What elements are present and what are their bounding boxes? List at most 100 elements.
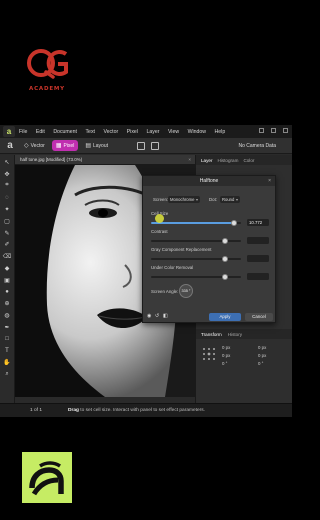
page-indicator: 1 of 1: [30, 408, 43, 413]
menu-file[interactable]: File: [19, 129, 27, 135]
menu-help[interactable]: Help: [215, 129, 226, 135]
vector-persona-icon: ◇: [24, 143, 29, 149]
affinity-logo-icon: a: [7, 139, 13, 151]
transform-x[interactable]: 0 px: [222, 345, 230, 350]
dot-select[interactable]: Round: [220, 196, 240, 203]
hand-icon[interactable]: ✋: [3, 358, 12, 367]
tab-history[interactable]: History: [228, 332, 242, 337]
text-icon[interactable]: T: [3, 347, 12, 356]
screen-angle-dial[interactable]: 335 °: [179, 284, 193, 298]
preview-eye-icon[interactable]: ◉: [147, 313, 152, 319]
menu-edit[interactable]: Edit: [36, 129, 45, 135]
transform-width[interactable]: 0 px: [258, 345, 266, 350]
cell-size-input[interactable]: 10.772: [247, 219, 269, 226]
window-controls: [259, 128, 288, 133]
selection-brush-icon[interactable]: ◌: [3, 193, 12, 202]
menu-vector[interactable]: Vector: [103, 129, 118, 135]
screen-angle-label: Screen Angle:: [151, 289, 179, 294]
minimize-icon[interactable]: [259, 128, 264, 133]
persona-layout[interactable]: ▤ Layout: [81, 140, 112, 151]
transform-y[interactable]: 0 px: [222, 353, 230, 358]
menu-bar: a File Edit Document Text Vector Pixel L…: [0, 125, 292, 138]
cell-size-knob[interactable]: [230, 220, 237, 226]
document-title: half tone.jpg [Modified] (73.0%): [20, 157, 83, 162]
contrast-label: Contrast: [151, 229, 168, 234]
gray-replacement-slider[interactable]: [151, 256, 241, 262]
dialog-footer: ◉ ↺ ◧ Apply Cancel: [143, 310, 275, 324]
pixel-brush-icon[interactable]: ✐: [3, 240, 12, 249]
cell-size-fill: [151, 222, 234, 224]
dialog-close-icon[interactable]: ×: [268, 178, 271, 184]
cancel-button[interactable]: Cancel: [245, 313, 273, 321]
tab-transform[interactable]: Transform: [201, 332, 222, 337]
transform-height[interactable]: 0 px: [258, 353, 266, 358]
contrast-knob[interactable]: [221, 238, 228, 244]
dot-label: Dot:: [209, 197, 218, 202]
affinity-brand-icon: [29, 461, 64, 496]
toolbar-icons: [137, 141, 160, 150]
status-message: Drag to set cell size. Interact with pan…: [68, 408, 205, 413]
layout-persona-icon: ▤: [85, 143, 91, 149]
tab-layer[interactable]: Layer: [201, 158, 213, 163]
dialog-footer-icons: ◉ ↺ ◧: [147, 313, 168, 319]
reset-icon[interactable]: ↺: [155, 313, 160, 319]
tools-panel: ↖ ✥ ⌗ ◌ ✦ ▢ ✎ ✐ ⌫ ◆ ▣ ● ⊕ ◍ ✒ □ T ✋ ⌕: [0, 155, 15, 417]
shape-icon[interactable]: □: [3, 335, 12, 344]
persona-vector[interactable]: ◇ Vector: [20, 140, 49, 151]
document-tab[interactable]: half tone.jpg [Modified] (73.0%) ×: [15, 155, 195, 165]
marquee-icon[interactable]: ▢: [3, 217, 12, 226]
gradient-icon[interactable]: ▣: [3, 276, 12, 285]
cursor-highlight: [155, 214, 164, 223]
undercolor-removal-label: Under Color Removal: [151, 265, 194, 270]
status-bar: 1 of 1 Drag to set cell size. Interact w…: [0, 403, 292, 417]
undercolor-removal-knob[interactable]: [221, 274, 228, 280]
tab-histogram[interactable]: Histogram: [218, 158, 239, 163]
brand-badge: [22, 452, 72, 503]
menu-view[interactable]: View: [168, 129, 179, 135]
fill-icon[interactable]: ◆: [3, 264, 12, 273]
gray-replacement-input[interactable]: [247, 255, 269, 262]
move-tool-icon[interactable]: ↖: [3, 158, 12, 167]
pixel-persona-icon: ▦: [55, 143, 62, 149]
contrast-input[interactable]: [247, 237, 269, 244]
menu-layer[interactable]: Layer: [146, 129, 159, 135]
undercolor-removal-slider[interactable]: [151, 274, 241, 280]
maximize-icon[interactable]: [271, 128, 276, 133]
close-tab-icon[interactable]: ×: [188, 157, 191, 162]
menu-window[interactable]: Window: [188, 129, 206, 135]
apply-button[interactable]: Apply: [209, 313, 241, 321]
menu-text[interactable]: Text: [85, 129, 95, 135]
anchor-grid-icon[interactable]: [202, 347, 216, 361]
cell-size-slider[interactable]: [151, 220, 241, 226]
clone-icon[interactable]: ⊕: [3, 299, 12, 308]
persona-pixel[interactable]: ▦ Pixel: [51, 140, 79, 151]
erase-icon[interactable]: ⌫: [3, 252, 12, 261]
screen-select[interactable]: Monochrome: [168, 196, 200, 203]
split-view-icon[interactable]: ◧: [163, 313, 168, 319]
gray-replacement-knob[interactable]: [221, 256, 228, 262]
transform-shear[interactable]: 0 °: [258, 361, 263, 366]
transform-tool-icon[interactable]: ✥: [3, 170, 12, 179]
zoom-icon[interactable]: ⌕: [3, 370, 12, 379]
tab-color[interactable]: Color: [243, 158, 254, 163]
paint-brush-icon[interactable]: ✎: [3, 229, 12, 238]
close-icon[interactable]: [283, 128, 288, 133]
pen-icon[interactable]: ✒: [3, 323, 12, 332]
undercolor-removal-input[interactable]: [247, 273, 269, 280]
dodge-icon[interactable]: ●: [3, 288, 12, 297]
crop-tool-icon[interactable]: ⌗: [3, 181, 12, 190]
flood-select-icon[interactable]: ✦: [3, 205, 12, 214]
grid-icon[interactable]: [151, 141, 160, 150]
menu-document[interactable]: Document: [53, 129, 77, 135]
screen-label: Screen:: [153, 197, 169, 202]
halftone-dialog: Halftone × Screen: Monochrome Dot: Round…: [142, 175, 276, 323]
academy-label: ACADEMY: [29, 86, 65, 92]
context-toolbar: a ◇ Vector ▦ Pixel ▤ Layout No Camera Data: [0, 138, 292, 154]
settings-icon[interactable]: [137, 141, 146, 150]
transform-rotation[interactable]: 0 °: [222, 361, 227, 366]
affinity-icon[interactable]: a: [3, 126, 15, 137]
menu-pixel[interactable]: Pixel: [127, 129, 138, 135]
contrast-slider[interactable]: [151, 238, 241, 244]
camera-data: No Camera Data: [238, 143, 276, 149]
blur-icon[interactable]: ◍: [3, 311, 12, 320]
